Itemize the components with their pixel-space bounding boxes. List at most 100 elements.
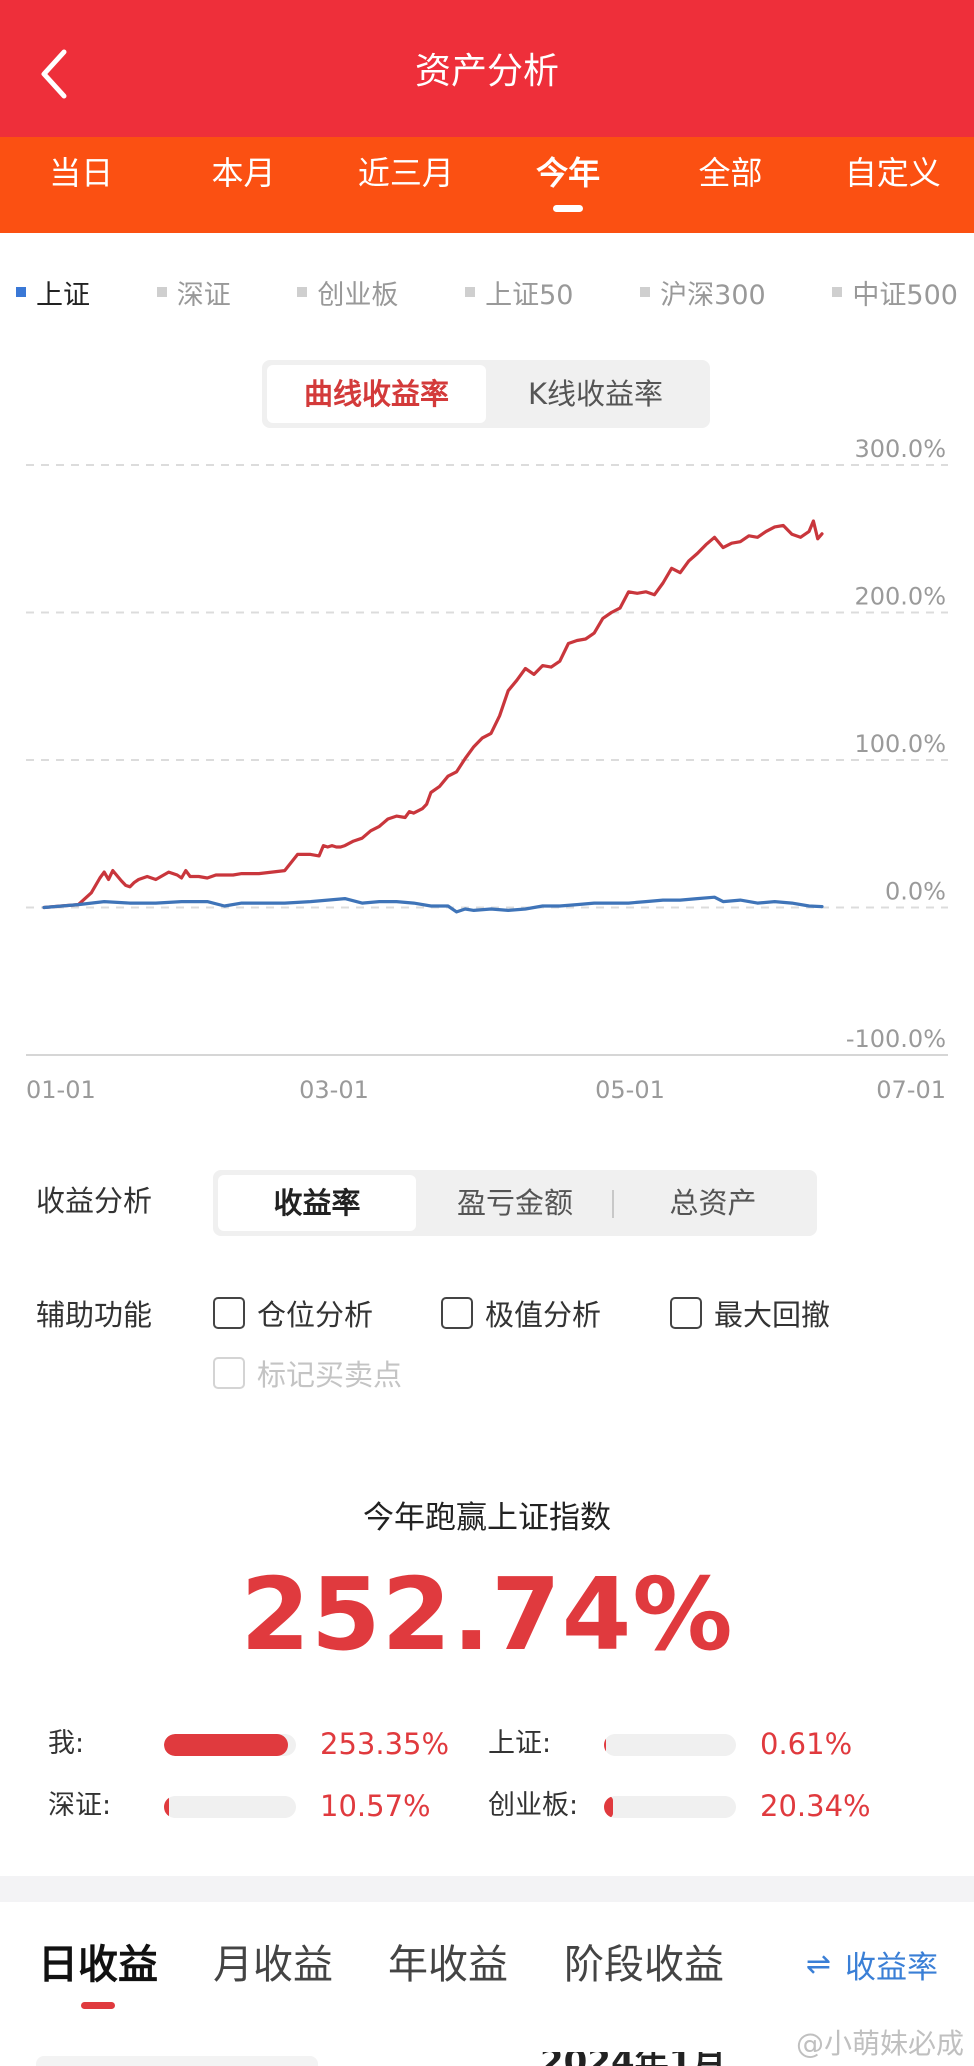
index-selector: 上证 深证 创业板 上证50 沪深300 中证500 — [0, 262, 974, 322]
compare-value: 20.34% — [760, 1789, 871, 1823]
earnings-tabs: 日收益 月收益 年收益 阶段收益 ⇌ 收益率 @小萌妹必成 2024年1月 — [0, 1902, 974, 2066]
compare-name: 创业板: — [488, 1790, 579, 1821]
app-header: 资产分析 — [0, 0, 974, 137]
compare-value: 10.57% — [320, 1789, 431, 1823]
extreme-analysis-checkbox[interactable]: 极值分析 — [441, 1292, 601, 1334]
tab-stage-earnings[interactable]: 阶段收益 — [564, 1932, 724, 1990]
index-return-line — [42, 895, 824, 914]
outperform-title: 今年跑赢上证指数 — [363, 1500, 611, 1536]
compare-fill — [164, 1796, 169, 1818]
compare-track — [604, 1734, 736, 1756]
checkbox-label: 仓位分析 — [257, 1298, 374, 1332]
return-chart-svg: 300.0% 200.0% 100.0% 0.0% -100.0% 01-01 03-01 0… — [26, 435, 948, 1104]
return-chart: 300.0% 200.0% 100.0% 0.0% -100.0% 01-01 03-01 0… — [0, 430, 974, 1110]
chart-type-toggle: 曲线收益率 K线收益率 — [262, 360, 710, 428]
y-tick-label: 0.0% — [885, 878, 946, 906]
tab-custom[interactable]: 自定义 — [812, 137, 974, 233]
checkbox-icon — [441, 1297, 473, 1329]
compare-fill — [604, 1796, 613, 1818]
tab-this-month[interactable]: 本月 — [162, 137, 324, 233]
segment-divider — [612, 1190, 614, 1218]
legend-square-icon — [297, 287, 308, 297]
tab-label: 年收益 — [388, 1942, 508, 1988]
outperform-value: 252.74% — [240, 1556, 734, 1673]
y-tick-label: 100.0% — [854, 730, 946, 758]
legend-square-icon — [16, 287, 26, 297]
legend-square-icon — [156, 287, 167, 297]
mark-trades-checkbox: 标记买卖点 — [213, 1352, 402, 1394]
tab-all[interactable]: 全部 — [649, 137, 811, 233]
compare-track — [164, 1734, 296, 1756]
tab-label: 阶段收益 — [564, 1942, 724, 1988]
watermark: @小萌妹必成 — [795, 2027, 964, 2060]
kline-return-button[interactable]: K线收益率 — [486, 365, 705, 423]
checkbox-icon — [213, 1357, 245, 1389]
x-tick-label: 03-01 — [299, 1076, 369, 1104]
tab-label: 近三月 — [357, 154, 454, 192]
compare-shenzhen: 深证: 10.57% — [48, 1786, 468, 1826]
active-tab-indicator — [81, 2002, 115, 2009]
tab-three-months[interactable]: 近三月 — [325, 137, 487, 233]
profit-amount-option[interactable]: 盈亏金额 — [416, 1175, 614, 1231]
active-tab-indicator — [553, 205, 584, 212]
legend-square-icon — [832, 287, 843, 297]
index-label: 创业板 — [317, 279, 399, 311]
rate-switch-label: 收益率 — [845, 1950, 938, 1986]
calendar-selector[interactable] — [36, 2056, 318, 2066]
tab-label: 本月 — [211, 154, 276, 192]
my-return-line — [42, 519, 824, 910]
index-option-csi300[interactable]: 沪深300 — [640, 262, 766, 322]
compare-value: 0.61% — [760, 1727, 853, 1761]
tab-daily-earnings[interactable]: 日收益 — [38, 1932, 158, 2009]
analysis-label: 收益分析 — [36, 1184, 153, 1218]
legend-square-icon — [640, 287, 651, 297]
compare-fill — [604, 1734, 606, 1756]
y-tick-label: -100.0% — [846, 1025, 946, 1053]
month-heading: 2024年1月 — [540, 2052, 726, 2066]
compare-mine: 我: 253.35% — [48, 1724, 468, 1764]
tab-this-year[interactable]: 今年 — [487, 137, 649, 233]
tab-label: 全部 — [698, 154, 763, 192]
x-tick-label: 01-01 — [26, 1076, 96, 1104]
x-tick-label: 05-01 — [595, 1076, 665, 1104]
compare-track — [604, 1796, 736, 1818]
index-label: 上证50 — [485, 279, 574, 311]
tab-today[interactable]: 当日 — [0, 137, 162, 233]
checkbox-icon — [670, 1297, 702, 1329]
compare-name: 深证: — [48, 1790, 112, 1821]
swap-arrows-icon: ⇌ — [805, 1947, 831, 1982]
checkbox-label: 标记买卖点 — [257, 1358, 403, 1392]
analysis-segmented-control: 收益率 盈亏金额 总资产 — [213, 1170, 817, 1236]
max-drawdown-checkbox[interactable]: 最大回撤 — [670, 1292, 830, 1334]
curve-return-button[interactable]: 曲线收益率 — [267, 365, 486, 423]
index-option-chinext[interactable]: 创业板 — [297, 262, 398, 322]
compare-chinext: 创业板: 20.34% — [488, 1786, 908, 1826]
section-divider — [0, 1876, 974, 1902]
page-title: 资产分析 — [414, 51, 559, 92]
x-tick-label: 07-01 — [876, 1076, 946, 1104]
index-label: 上证 — [36, 279, 90, 311]
period-tabs: 当日 本月 近三月 今年 全部 自定义 — [0, 137, 974, 233]
tab-yearly-earnings[interactable]: 年收益 — [388, 1932, 508, 1990]
index-option-shanghai[interactable]: 上证 — [16, 262, 90, 322]
tab-monthly-earnings[interactable]: 月收益 — [213, 1932, 333, 1990]
legend-square-icon — [465, 287, 476, 297]
rate-switch-button[interactable]: ⇌ 收益率 — [806, 1942, 938, 1987]
index-option-shenzhen[interactable]: 深证 — [156, 262, 231, 322]
y-tick-label: 300.0% — [854, 435, 946, 463]
return-rate-option[interactable]: 收益率 — [218, 1175, 416, 1231]
tab-label: 日收益 — [38, 1942, 158, 1988]
index-option-sse50[interactable]: 上证50 — [465, 262, 573, 322]
aux-label: 辅助功能 — [36, 1298, 153, 1332]
checkbox-icon — [213, 1297, 245, 1329]
compare-shanghai: 上证: 0.61% — [488, 1724, 908, 1764]
tab-label: 自定义 — [844, 154, 941, 192]
position-analysis-checkbox[interactable]: 仓位分析 — [213, 1292, 373, 1334]
checkbox-label: 极值分析 — [485, 1298, 602, 1332]
tab-label: 月收益 — [213, 1942, 333, 1988]
index-label: 深证 — [176, 279, 231, 311]
total-assets-option[interactable]: 总资产 — [614, 1175, 812, 1231]
compare-name: 我: — [48, 1728, 85, 1759]
index-option-csi500[interactable]: 中证500 — [832, 262, 958, 322]
index-label: 沪深300 — [660, 279, 766, 311]
